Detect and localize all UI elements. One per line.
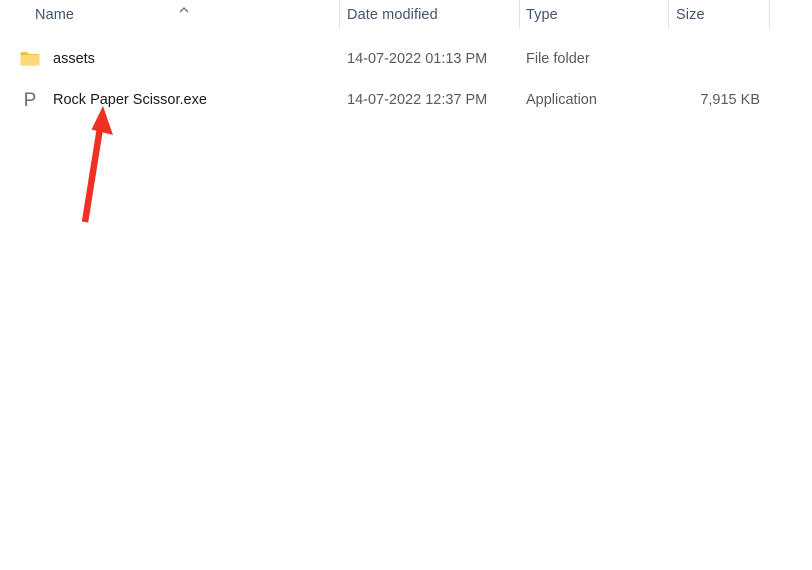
file-name-label: Rock Paper Scissor.exe	[53, 92, 207, 108]
file-date-modified-cell: 14-07-2022 12:37 PM	[347, 92, 488, 108]
column-header-name-label: Name	[35, 7, 75, 23]
file-type-cell: Application	[526, 92, 597, 108]
column-header-type[interactable]: Type	[526, 0, 558, 30]
sort-ascending-chevron-up-icon	[177, 1, 191, 13]
column-header-date-modified-label: Date modified	[347, 7, 438, 23]
table-row[interactable]: P Rock Paper Scissor.exe 14-07-2022 12:3…	[0, 83, 812, 117]
file-name-label: assets	[53, 51, 95, 67]
column-divider[interactable]	[668, 0, 669, 29]
column-header-size-label: Size	[676, 7, 705, 23]
file-list-view: Name Date modified Type Size assets 14-0…	[0, 0, 812, 570]
file-size-cell	[622, 42, 760, 76]
folder-icon	[20, 49, 40, 69]
column-divider[interactable]	[519, 0, 520, 29]
file-date-modified-cell: 14-07-2022 01:13 PM	[347, 51, 488, 67]
file-name-cell[interactable]: P Rock Paper Scissor.exe	[20, 83, 207, 117]
column-header-size[interactable]: Size	[676, 0, 705, 30]
file-size-cell: 7,915 KB	[700, 92, 760, 108]
file-type-cell: File folder	[526, 51, 590, 67]
column-header-date-modified[interactable]: Date modified	[347, 0, 438, 30]
column-header-name[interactable]: Name	[35, 0, 74, 30]
application-p-icon: P	[23, 89, 37, 111]
table-row[interactable]: assets 14-07-2022 01:13 PM File folder	[0, 42, 812, 76]
column-divider[interactable]	[769, 0, 770, 29]
column-header-row: Name Date modified Type Size	[0, 0, 812, 30]
column-header-type-label: Type	[526, 7, 558, 23]
column-divider[interactable]	[339, 0, 340, 29]
file-name-cell[interactable]: assets	[20, 42, 95, 76]
